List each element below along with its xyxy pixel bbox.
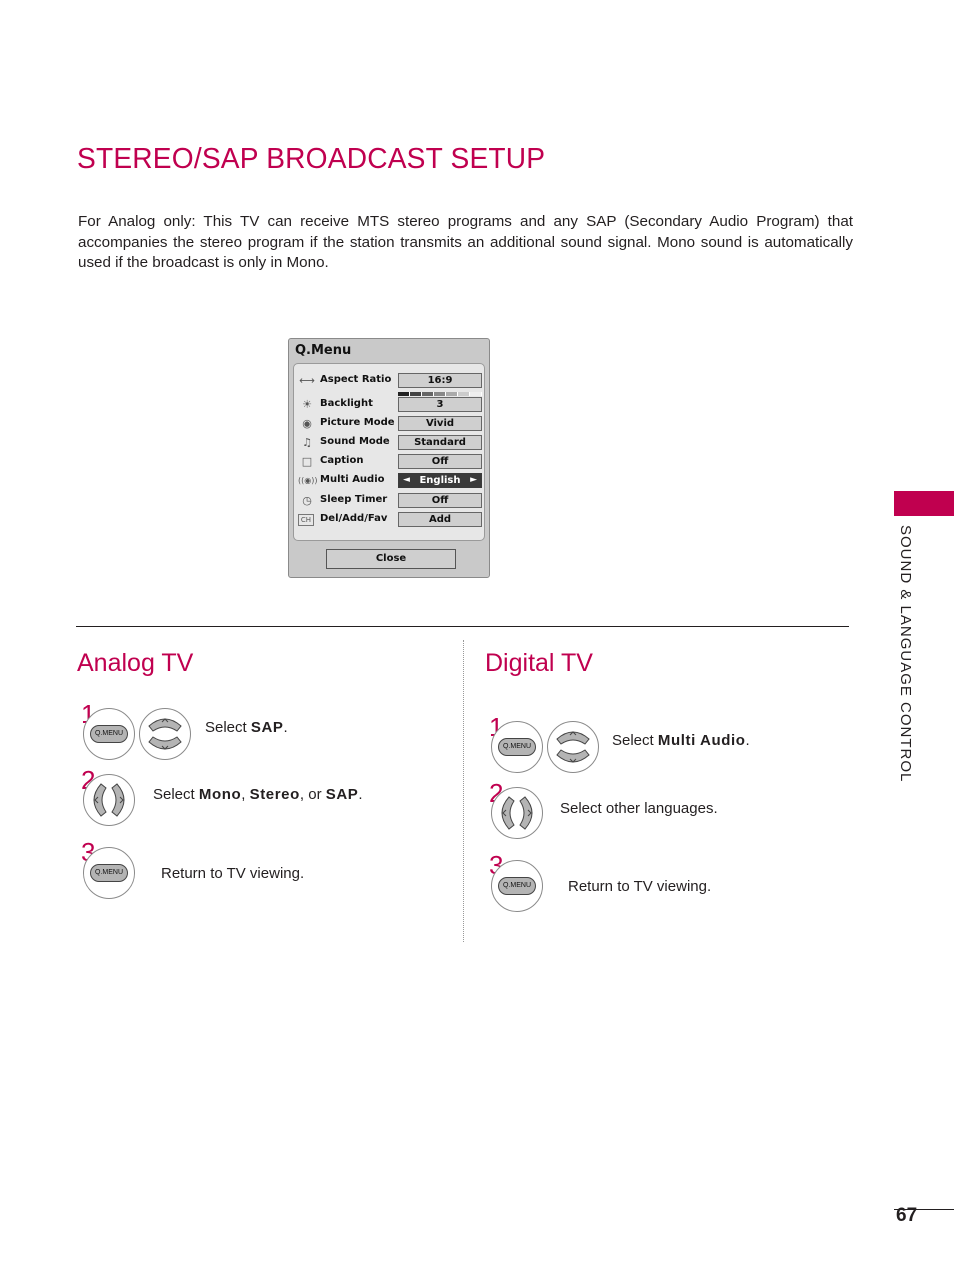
column-divider [463, 640, 464, 942]
qmenu-item-multi-audio[interactable]: ((◉)) Multi Audio ◄ English ► [294, 472, 484, 490]
qmenu-item-value: Off [398, 454, 482, 469]
qmenu-item-aspect-ratio[interactable]: ⟷ Aspect Ratio 16:9 [294, 372, 484, 390]
qmenu-item-label: Sound Mode [320, 436, 390, 447]
qmenu-item-del-add-fav[interactable]: CH Del/Add/Fav Add [294, 511, 484, 529]
qmenu-item-label: Aspect Ratio [320, 374, 392, 385]
analog-tv-heading: Analog TV [77, 649, 194, 677]
qmenu-item-label: Del/Add/Fav [320, 513, 388, 524]
caption-icon: □ [301, 455, 313, 468]
section-divider [76, 626, 849, 627]
qmenu-item-sleep-timer[interactable]: ◷ Sleep Timer Off [294, 492, 484, 510]
qmenu-item-sound-mode[interactable]: ♫ Sound Mode Standard [294, 434, 484, 452]
step-text: Return to TV viewing. [568, 878, 712, 895]
qmenu-item-value: 3 [398, 397, 482, 412]
qmenu-button: Q.MENU [491, 860, 543, 912]
qmenu-key: Q.MENU [498, 738, 536, 756]
qmenu-item-label: Backlight [320, 398, 373, 409]
qmenu-item-label: Multi Audio [320, 474, 385, 485]
qmenu-item-caption[interactable]: □ Caption Off [294, 453, 484, 471]
qmenu-key: Q.MENU [90, 864, 128, 882]
left-right-button [491, 787, 543, 839]
qmenu-item-label: Picture Mode [320, 417, 395, 428]
page-title: STEREO/SAP BROADCAST SETUP [77, 143, 546, 175]
left-right-arrows-icon [93, 783, 125, 817]
qmenu-list: ⟷ Aspect Ratio 16:9 ☀ Backlight 3 ◉ Pict… [293, 363, 485, 541]
multi-audio-value: English [419, 475, 461, 486]
qmenu-key: Q.MENU [498, 877, 536, 895]
picture-mode-icon: ◉ [302, 417, 312, 430]
arrow-left-icon[interactable]: ◄ [403, 474, 410, 487]
sleep-timer-icon: ◷ [302, 494, 312, 507]
qmenu-button: Q.MENU [491, 721, 543, 773]
qmenu-item-value: Vivid [398, 416, 482, 431]
qmenu-title: Q.Menu [295, 343, 352, 358]
step-text: Select SAP. [205, 719, 288, 736]
qmenu-item-value: 16:9 [398, 373, 482, 388]
qmenu-key: Q.MENU [90, 725, 128, 743]
multi-audio-icon: ((◉)) [298, 476, 318, 485]
qmenu-item-label: Sleep Timer [320, 494, 388, 505]
left-right-button [83, 774, 135, 826]
close-button[interactable]: Close [326, 549, 456, 569]
analog-steps: 1 Q.MENU Select SAP. 2 Select Mono, Ster… [80, 700, 380, 910]
aspect-ratio-icon: ⟷ [299, 374, 315, 387]
qmenu-item-value: Off [398, 493, 482, 508]
backlight-level-bar [398, 392, 482, 396]
backlight-icon: ☀ [302, 398, 312, 411]
qmenu-panel: Q.Menu ⟷ Aspect Ratio 16:9 ☀ Backlight 3… [288, 338, 490, 578]
chapter-tab [894, 491, 954, 516]
digital-tv-heading: Digital TV [485, 649, 593, 677]
page-number: 67 [896, 1205, 918, 1226]
step-text: Select other languages. [560, 800, 718, 817]
up-down-button [139, 708, 191, 760]
channel-icon: CH [298, 514, 314, 526]
chapter-label: SOUND & LANGUAGE CONTROL [897, 525, 914, 783]
digital-steps: 1 Q.MENU Select Multi Audio. 2 Select ot… [488, 713, 788, 923]
qmenu-item-value-selected[interactable]: ◄ English ► [398, 473, 482, 488]
step-text: Select Mono, Stereo, or SAP. [153, 786, 363, 803]
step-text: Return to TV viewing. [161, 865, 305, 882]
qmenu-item-backlight[interactable]: ☀ Backlight 3 [294, 392, 484, 414]
qmenu-item-picture-mode[interactable]: ◉ Picture Mode Vivid [294, 415, 484, 433]
qmenu-item-value: Add [398, 512, 482, 527]
qmenu-button: Q.MENU [83, 708, 135, 760]
up-down-arrows-icon [148, 718, 182, 750]
up-down-button [547, 721, 599, 773]
arrow-right-icon[interactable]: ► [470, 474, 477, 487]
intro-paragraph: For Analog only: This TV can receive MTS… [78, 213, 853, 271]
sound-mode-icon: ♫ [302, 436, 312, 449]
qmenu-item-value: Standard [398, 435, 482, 450]
qmenu-item-label: Caption [320, 455, 364, 466]
up-down-arrows-icon [556, 731, 590, 763]
qmenu-button: Q.MENU [83, 847, 135, 899]
step-text: Select Multi Audio. [612, 732, 750, 749]
left-right-arrows-icon [501, 796, 533, 830]
